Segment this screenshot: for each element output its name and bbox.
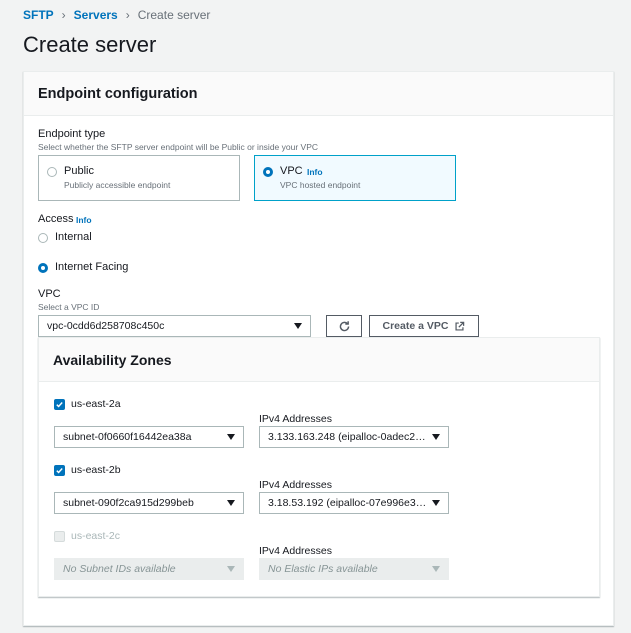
internal-label: Internal xyxy=(55,231,92,243)
az-a-ip-select[interactable]: 3.133.163.248 (eipalloc-0adec2… xyxy=(259,426,449,448)
create-vpc-button[interactable]: Create a VPC xyxy=(369,315,479,337)
az-a-ipv4-label: IPv4 Addresses xyxy=(259,413,332,425)
panel-title: Endpoint configuration xyxy=(38,86,198,102)
az-a-ip-value: 3.133.163.248 (eipalloc-0adec2… xyxy=(268,431,426,443)
vpc-tile-title: VPC xyxy=(280,165,303,177)
chevron-right-icon: › xyxy=(61,8,66,22)
az-b-name: us-east-2b xyxy=(71,464,121,476)
vpc-description: Select a VPC ID xyxy=(38,302,100,312)
az-c-ipv4-label: IPv4 Addresses xyxy=(259,545,332,557)
internet-facing-label: Internet Facing xyxy=(55,261,129,273)
refresh-icon xyxy=(339,320,349,331)
az-c-subnet-value: No Subnet IDs available xyxy=(63,563,176,575)
page-title: Create server xyxy=(23,32,157,57)
public-tile-desc: Publicly accessible endpoint xyxy=(64,180,171,190)
vpc-tile-desc: VPC hosted endpoint xyxy=(280,180,361,190)
az-c-checkbox xyxy=(54,531,65,542)
az-a-subnet-select[interactable]: subnet-0f0660f16442ea38a xyxy=(54,426,244,448)
caret-down-icon xyxy=(432,500,440,506)
caret-down-icon xyxy=(432,566,440,572)
panel-header: Endpoint configuration xyxy=(24,72,613,116)
breadcrumb-link-servers[interactable]: Servers xyxy=(74,8,118,22)
external-link-icon xyxy=(455,321,465,331)
endpoint-type-label: Endpoint type xyxy=(38,128,106,140)
endpoint-type-description: Select whether the SFTP server endpoint … xyxy=(38,142,319,152)
vpc-label: VPC xyxy=(38,288,61,300)
breadcrumb: SFTP › Servers › Create server xyxy=(23,8,210,22)
az-a-checkbox[interactable] xyxy=(54,399,65,410)
check-icon xyxy=(56,468,63,474)
create-vpc-label: Create a VPC xyxy=(382,320,449,332)
breadcrumb-current: Create server xyxy=(137,8,211,22)
az-b-ipv4-label: IPv4 Addresses xyxy=(259,479,332,491)
caret-down-icon xyxy=(227,500,235,506)
az-header: Availability Zones xyxy=(39,338,599,382)
endpoint-tile-vpc[interactable]: VPC Info VPC hosted endpoint xyxy=(254,155,456,201)
caret-down-icon xyxy=(432,434,440,440)
endpoint-configuration-panel: Endpoint configuration Endpoint type Sel… xyxy=(23,71,614,626)
public-tile-title: Public xyxy=(64,165,94,177)
endpoint-tile-public[interactable]: Public Publicly accessible endpoint xyxy=(38,155,240,201)
check-icon xyxy=(56,402,63,408)
az-c-ip-value: No Elastic IPs available xyxy=(268,563,378,575)
caret-down-icon xyxy=(294,323,302,329)
internet-facing-radio[interactable] xyxy=(38,263,48,273)
vpc-radio[interactable] xyxy=(263,167,273,177)
breadcrumb-link-sftp[interactable]: SFTP xyxy=(23,8,54,22)
vpc-select[interactable]: vpc-0cdd6d258708c450c xyxy=(38,315,311,337)
az-b-subnet-select[interactable]: subnet-090f2ca915d299beb xyxy=(54,492,244,514)
caret-down-icon xyxy=(227,434,235,440)
access-label: Access xyxy=(38,213,74,225)
vpc-select-value: vpc-0cdd6d258708c450c xyxy=(47,320,165,332)
caret-down-icon xyxy=(227,566,235,572)
az-a-name: us-east-2a xyxy=(71,398,121,410)
az-c-ip-select: No Elastic IPs available xyxy=(259,558,449,580)
az-c-subnet-select: No Subnet IDs available xyxy=(54,558,244,580)
chevron-right-icon: › xyxy=(125,8,130,22)
refresh-vpc-button[interactable] xyxy=(326,315,362,337)
az-title: Availability Zones xyxy=(53,352,172,368)
az-c-name: us-east-2c xyxy=(71,530,121,542)
access-info-link[interactable]: Info xyxy=(76,215,92,225)
public-radio[interactable] xyxy=(47,167,57,177)
az-b-ip-value: 3.18.53.192 (eipalloc-07e996e3… xyxy=(268,497,427,509)
az-b-subnet-value: subnet-090f2ca915d299beb xyxy=(63,497,194,509)
availability-zones-panel: Availability Zones us-east-2a IPv4 Addre… xyxy=(38,337,600,597)
internal-radio[interactable] xyxy=(38,233,48,243)
az-b-checkbox[interactable] xyxy=(54,465,65,476)
az-b-ip-select[interactable]: 3.18.53.192 (eipalloc-07e996e3… xyxy=(259,492,449,514)
az-a-subnet-value: subnet-0f0660f16442ea38a xyxy=(63,431,192,443)
vpc-info-link[interactable]: Info xyxy=(307,167,323,177)
